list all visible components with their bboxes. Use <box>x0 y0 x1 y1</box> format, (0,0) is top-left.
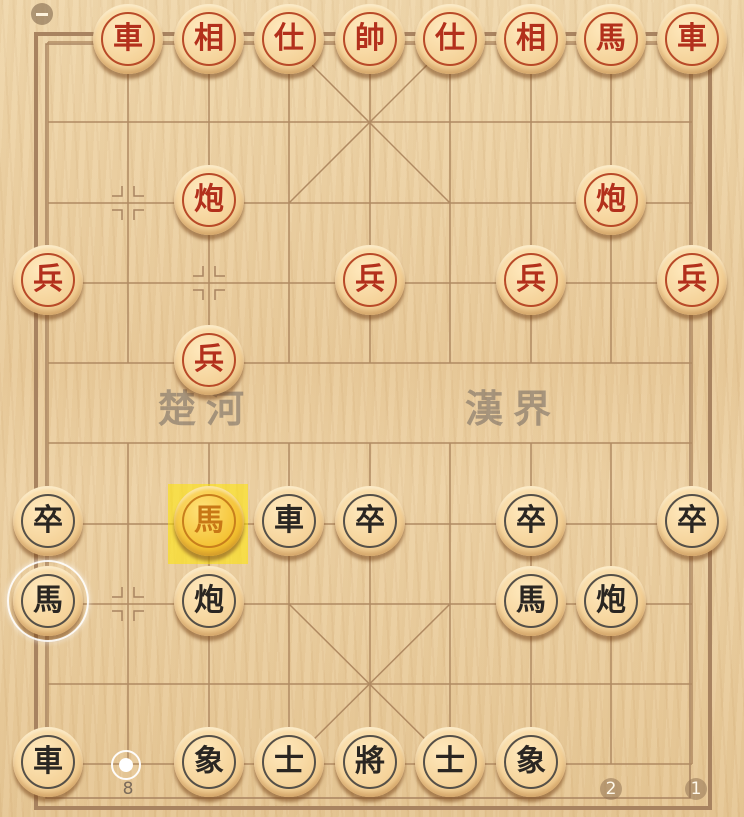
piece-label: 車 <box>665 12 719 66</box>
black-general-piece[interactable]: 將 <box>335 727 405 797</box>
black-elephant-piece[interactable]: 象 <box>496 727 566 797</box>
piece-label: 炮 <box>584 574 638 628</box>
piece-label: 馬 <box>182 494 236 548</box>
red-elephant-piece[interactable]: 相 <box>496 4 566 74</box>
piece-label: 象 <box>182 735 236 789</box>
file-label-1: 1 <box>685 778 707 800</box>
piece-label: 卒 <box>343 494 397 548</box>
red-soldier-piece[interactable]: 兵 <box>13 245 83 315</box>
black-pawn-piece[interactable]: 卒 <box>496 486 566 556</box>
red-soldier-piece[interactable]: 兵 <box>657 245 727 315</box>
red-chariot-piece[interactable]: 車 <box>657 4 727 74</box>
black-advisor-piece[interactable]: 士 <box>254 727 324 797</box>
river-label-han-jie: 漢界 <box>465 386 562 431</box>
file-label-8: 8 <box>122 779 134 799</box>
red-general-piece[interactable]: 帥 <box>335 4 405 74</box>
piece-label: 相 <box>504 12 558 66</box>
move-target-dot[interactable] <box>111 750 141 780</box>
red-cannon-piece[interactable]: 炮 <box>576 165 646 235</box>
black-cannon-piece[interactable]: 炮 <box>174 566 244 636</box>
red-chariot-piece[interactable]: 車 <box>93 4 163 74</box>
piece-label: 車 <box>101 12 155 66</box>
piece-label: 車 <box>21 735 75 789</box>
black-pawn-piece[interactable]: 卒 <box>657 486 727 556</box>
black-horse-piece-last-moved[interactable]: 馬 <box>174 486 244 556</box>
piece-label: 車 <box>262 494 316 548</box>
black-chariot-piece[interactable]: 車 <box>254 486 324 556</box>
piece-label: 士 <box>423 735 477 789</box>
black-cannon-piece[interactable]: 炮 <box>576 566 646 636</box>
piece-label: 炮 <box>182 574 236 628</box>
black-pawn-piece[interactable]: 卒 <box>335 486 405 556</box>
piece-label: 馬 <box>584 12 638 66</box>
piece-label: 兵 <box>665 253 719 307</box>
red-advisor-piece[interactable]: 仕 <box>254 4 324 74</box>
xiangqi-board[interactable]: 楚河 漢界 車 相 仕 帥 仕 相 馬 車 炮 炮 兵 兵 兵 兵 兵 卒 馬 … <box>0 0 744 817</box>
piece-label: 仕 <box>262 12 316 66</box>
piece-label: 馬 <box>21 574 75 628</box>
black-advisor-piece[interactable]: 士 <box>415 727 485 797</box>
black-horse-piece-selected[interactable]: 馬 <box>7 560 89 642</box>
piece-label: 士 <box>262 735 316 789</box>
red-soldier-piece[interactable]: 兵 <box>335 245 405 315</box>
piece-label: 兵 <box>21 253 75 307</box>
piece-label: 兵 <box>504 253 558 307</box>
black-chariot-piece[interactable]: 車 <box>13 727 83 797</box>
piece-label: 仕 <box>423 12 477 66</box>
piece-label: 炮 <box>584 173 638 227</box>
black-elephant-piece[interactable]: 象 <box>174 727 244 797</box>
piece-label: 卒 <box>665 494 719 548</box>
red-soldier-piece[interactable]: 兵 <box>496 245 566 315</box>
piece-label: 兵 <box>182 333 236 387</box>
red-soldier-piece[interactable]: 兵 <box>174 325 244 395</box>
piece-label: 馬 <box>504 574 558 628</box>
piece-label: 象 <box>504 735 558 789</box>
piece-label: 卒 <box>504 494 558 548</box>
red-elephant-piece[interactable]: 相 <box>174 4 244 74</box>
piece-label: 兵 <box>343 253 397 307</box>
red-cannon-piece[interactable]: 炮 <box>174 165 244 235</box>
piece-label: 卒 <box>21 494 75 548</box>
black-horse-piece[interactable]: 馬 <box>496 566 566 636</box>
piece-label: 炮 <box>182 173 236 227</box>
collapse-icon[interactable] <box>31 3 53 25</box>
red-horse-piece[interactable]: 馬 <box>576 4 646 74</box>
red-advisor-piece[interactable]: 仕 <box>415 4 485 74</box>
board-grid <box>34 32 712 810</box>
piece-label: 帥 <box>343 12 397 66</box>
black-pawn-piece[interactable]: 卒 <box>13 486 83 556</box>
piece-label: 相 <box>182 12 236 66</box>
file-label-2: 2 <box>600 778 622 800</box>
piece-label: 將 <box>343 735 397 789</box>
